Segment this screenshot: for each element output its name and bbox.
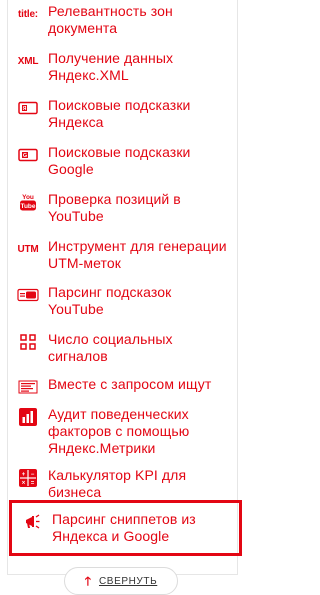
tool-item-google-suggest[interactable]: G Поисковые подсказки Google — [17, 144, 231, 178]
tool-item-youtube-suggest[interactable]: Парсинг подсказок YouTube — [17, 284, 231, 318]
tool-item-social-signals[interactable]: Число социальных сигналов — [17, 331, 231, 365]
youtube-suggest-icon — [17, 284, 39, 306]
tool-label: Поисковые подсказки Яндекса — [48, 97, 191, 130]
tool-label: Калькулятор KPI для бизнеса — [48, 467, 187, 500]
svg-text:×: × — [22, 481, 26, 487]
social-signals-icon — [17, 331, 39, 353]
tool-item-related-queries[interactable]: Вместе с запросом ищут — [17, 376, 231, 398]
youtube-icon: You Tube — [17, 191, 39, 213]
google-suggest-icon: G — [17, 144, 39, 166]
tool-item-yandex-xml[interactable]: XML Получение данных Яндекс.XML — [17, 50, 231, 84]
metrika-chart-icon — [17, 406, 39, 428]
tool-item-snippet-parser[interactable]: Парсинг сниппетов из Яндекса и Google — [9, 500, 242, 556]
yandex-suggest-icon: Я — [17, 97, 39, 119]
xml-text-icon: XML — [17, 55, 39, 67]
tool-label: Вместе с запросом ищут — [48, 376, 212, 392]
tool-label: Аудит поведенческих факторов с помощью Я… — [48, 406, 190, 456]
svg-text:+: + — [22, 472, 26, 478]
collapse-button[interactable]: 🡑 СВЕРНУТЬ — [64, 567, 178, 595]
tool-item-yandex-suggest[interactable]: Я Поисковые подсказки Яндекса — [17, 97, 231, 131]
tool-label: Поисковые подсказки Google — [48, 144, 191, 177]
tool-label: Инструмент для генерации UTM-меток — [48, 238, 227, 271]
svg-text:G: G — [23, 153, 27, 159]
tool-label: Парсинг подсказок YouTube — [48, 284, 172, 317]
tool-label: Парсинг сниппетов из Яндекса и Google — [52, 511, 196, 544]
svg-text:You: You — [22, 194, 34, 201]
tools-panel: title: Релевантность зон документа XML П… — [7, 0, 242, 575]
tool-item-utm-generator[interactable]: UTM Инструмент для генерации UTM-меток — [17, 238, 231, 272]
utm-text-icon: UTM — [17, 243, 39, 255]
svg-text:Tube: Tube — [20, 203, 35, 210]
arrow-up-icon: 🡑 — [84, 574, 91, 588]
tool-label: Число социальных сигналов — [48, 331, 173, 364]
tool-item-zone-relevance[interactable]: title: Релевантность зон документа — [17, 3, 231, 37]
tool-item-youtube-positions[interactable]: You Tube Проверка позиций в YouTube — [17, 191, 231, 225]
svg-text:=: = — [31, 481, 35, 487]
tool-label: Проверка позиций в YouTube — [48, 191, 181, 224]
svg-text:Я: Я — [23, 106, 27, 112]
svg-text:−: − — [31, 472, 35, 478]
tool-item-kpi-calculator[interactable]: + − × = Калькулятор KPI для бизнеса — [17, 467, 231, 501]
tool-label: Получение данных Яндекс.XML — [48, 50, 174, 83]
tool-item-behavior-audit[interactable]: Аудит поведенческих факторов с помощью Я… — [17, 406, 231, 457]
title-text-icon: title: — [18, 8, 38, 20]
megaphone-icon — [21, 511, 43, 533]
tool-label: Релевантность зон документа — [48, 3, 173, 36]
collapse-label: СВЕРНУТЬ — [98, 575, 158, 587]
calculator-icon: + − × = — [17, 467, 39, 489]
related-queries-icon — [17, 376, 39, 398]
